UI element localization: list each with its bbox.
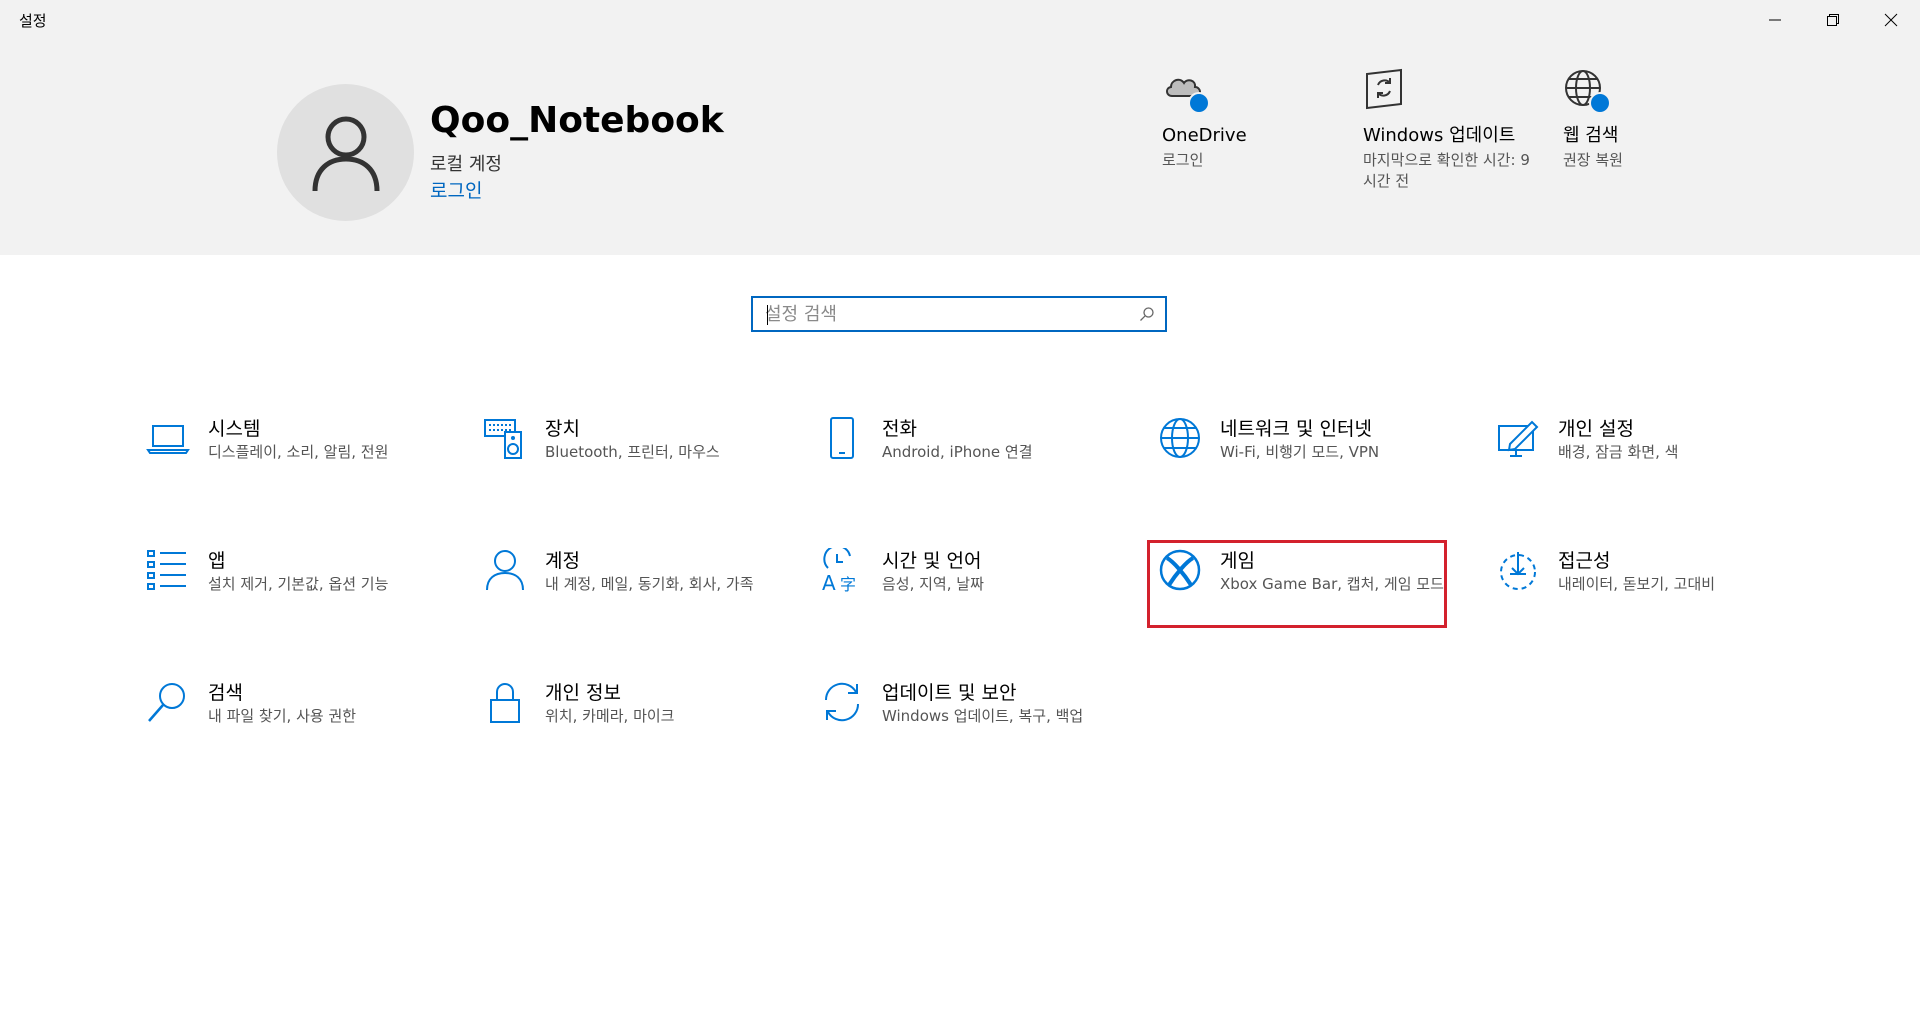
person-icon: [486, 550, 524, 591]
category-apps[interactable]: 앱 설치 제거, 기본값, 옵션 기능: [146, 548, 446, 628]
restore-button[interactable]: [1804, 0, 1862, 40]
login-link[interactable]: 로그인: [430, 176, 482, 203]
account-type: 로컬 계정: [430, 154, 502, 175]
text-caret: [767, 305, 768, 325]
ease-of-access-icon: [1500, 552, 1536, 590]
globe-icon: [1160, 418, 1200, 458]
category-system[interactable]: 시스템 디스플레이, 소리, 알림, 전원: [146, 416, 446, 496]
category-time-language[interactable]: A 字 시간 및 언어 음성, 지역, 날짜: [820, 544, 1120, 628]
category-title: 전화: [882, 418, 917, 440]
category-subtitle: 배경, 잠금 화면, 색: [1558, 443, 1679, 461]
category-subtitle: Android, iPhone 연결: [882, 443, 1033, 461]
category-privacy[interactable]: 개인 정보 위치, 카메라, 마이크: [483, 680, 783, 760]
person-icon: [312, 116, 379, 191]
category-network[interactable]: 네트워크 및 인터넷 Wi-Fi, 비행기 모드, VPN: [1158, 416, 1458, 496]
category-search[interactable]: 검색 내 파일 찾기, 사용 권한: [146, 680, 446, 760]
close-button[interactable]: [1862, 0, 1920, 40]
category-subtitle: 위치, 카메라, 마이크: [545, 707, 675, 725]
settings-search: [751, 296, 1167, 332]
category-title: 개인 정보: [545, 682, 621, 704]
svg-text:字: 字: [840, 575, 856, 592]
time-language-icon: A 字: [822, 544, 856, 595]
category-subtitle: 내 계정, 메일, 동기화, 회사, 가족: [545, 575, 754, 593]
category-title: 접근성: [1558, 550, 1611, 572]
category-subtitle: 내레이터, 돋보기, 고대비: [1558, 575, 1716, 593]
category-subtitle: 내 파일 찾기, 사용 권한: [208, 707, 357, 725]
svg-text:A: A: [822, 571, 836, 592]
personalization-icon: [1498, 420, 1539, 457]
phone-icon: [830, 417, 854, 459]
window-title: 설정: [19, 12, 47, 30]
keyboard-speaker-icon: [484, 419, 522, 459]
header-item-web-search[interactable]: 웹 검색 권장 복원: [1563, 68, 1733, 171]
restore-icon: [1827, 14, 1839, 26]
category-subtitle: Xbox Game Bar, 캡처, 게임 모드: [1220, 575, 1444, 593]
category-accounts[interactable]: 계정 내 계정, 메일, 동기화, 회사, 가족: [483, 548, 783, 628]
category-title: 네트워크 및 인터넷: [1220, 418, 1372, 440]
category-gaming[interactable]: 게임 Xbox Game Bar, 캡처, 게임 모드: [1158, 548, 1458, 628]
category-title: 시간 및 언어: [882, 550, 982, 572]
title-bar: 설정: [0, 0, 1920, 40]
account-name: Qoo_Notebook: [430, 100, 724, 141]
category-update-security[interactable]: 업데이트 및 보안 Windows 업데이트, 복구, 백업: [820, 680, 1120, 760]
web-search-title: 웹 검색: [1563, 125, 1619, 146]
account-header: Qoo_Notebook 로컬 계정 로그인 OneDrive 로그인 Wind…: [0, 40, 1920, 255]
category-title: 게임: [1220, 550, 1255, 572]
windows-update-subtitle: 마지막으로 확인한 시간: 9시간 전: [1363, 151, 1530, 190]
category-title: 개인 설정: [1558, 418, 1634, 440]
category-subtitle: Windows 업데이트, 복구, 백업: [882, 707, 1084, 725]
lock-icon: [490, 683, 520, 723]
category-title: 업데이트 및 보안: [882, 682, 1017, 704]
search-icon[interactable]: [1139, 306, 1155, 322]
category-phone[interactable]: 전화 Android, iPhone 연결: [820, 416, 1120, 496]
category-subtitle: Bluetooth, 프린터, 마우스: [545, 443, 720, 461]
category-personalization[interactable]: 개인 설정 배경, 잠금 화면, 색: [1496, 416, 1796, 496]
category-subtitle: 설치 제거, 기본값, 옵션 기능: [208, 575, 389, 593]
category-title: 장치: [545, 418, 580, 440]
close-icon: [1884, 13, 1898, 27]
apps-list-icon: [147, 550, 186, 590]
onedrive-title: OneDrive: [1162, 125, 1247, 146]
avatar[interactable]: [277, 84, 414, 221]
minimize-icon: [1769, 19, 1781, 21]
search-icon: [148, 683, 185, 722]
laptop-icon: [146, 425, 190, 454]
minimize-button[interactable]: [1746, 0, 1804, 40]
search-input[interactable]: [765, 298, 1125, 330]
onedrive-subtitle: 로그인: [1162, 151, 1204, 169]
category-ease-of-access[interactable]: 접근성 내레이터, 돋보기, 고대비: [1496, 548, 1796, 628]
sync-icon: [824, 682, 860, 722]
windows-update-icon: [1366, 68, 1402, 110]
category-title: 계정: [545, 550, 580, 572]
header-item-windows-update[interactable]: Windows 업데이트 마지막으로 확인한 시간: 9시간 전: [1363, 68, 1533, 192]
xbox-icon: [1159, 549, 1201, 591]
category-title: 검색: [208, 682, 243, 704]
web-search-subtitle: 권장 복원: [1563, 151, 1623, 169]
category-subtitle: Wi-Fi, 비행기 모드, VPN: [1220, 443, 1380, 461]
windows-update-title: Windows 업데이트: [1363, 125, 1516, 146]
category-devices[interactable]: 장치 Bluetooth, 프린터, 마우스: [483, 416, 783, 496]
category-subtitle: 디스플레이, 소리, 알림, 전원: [208, 443, 389, 461]
header-item-onedrive[interactable]: OneDrive 로그인: [1162, 68, 1332, 171]
category-title: 시스템: [208, 418, 261, 440]
category-title: 앱: [208, 550, 226, 572]
category-subtitle: 음성, 지역, 날짜: [882, 575, 984, 593]
